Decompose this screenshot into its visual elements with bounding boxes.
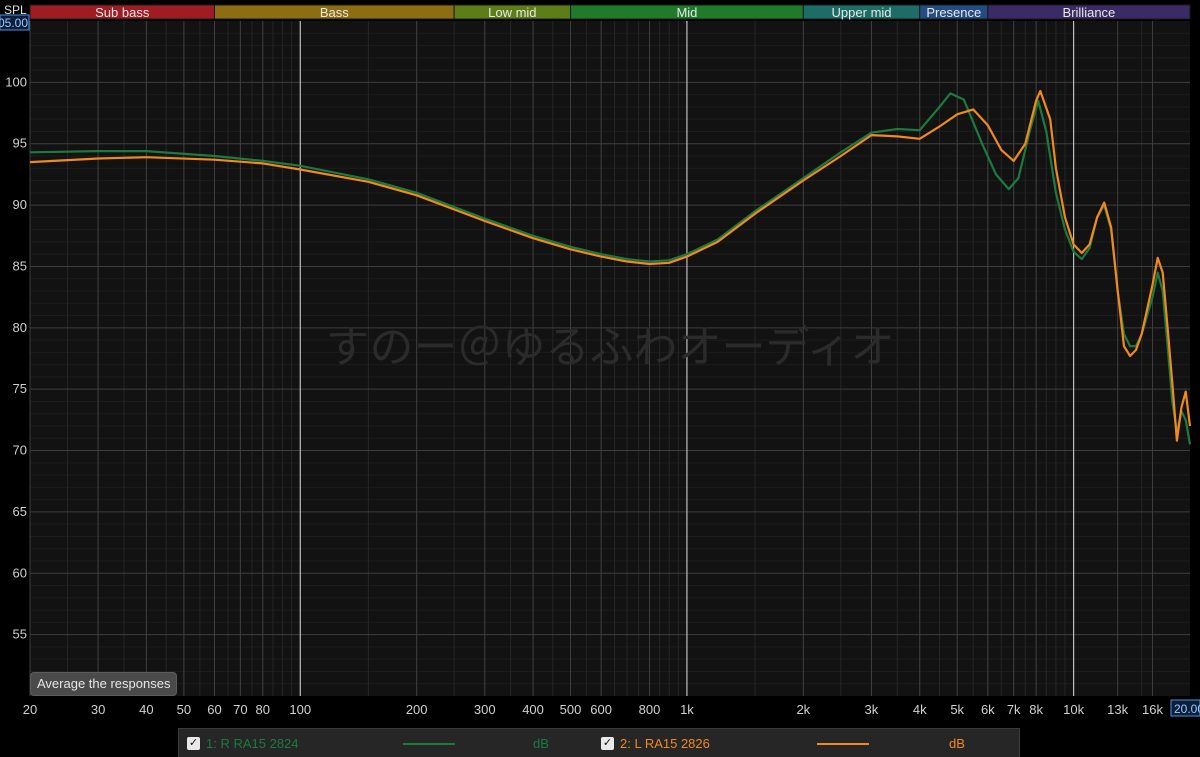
- y-tick-label: 85: [13, 258, 27, 273]
- legend-item-1: ✓ 1: R RA15 2824: [187, 729, 299, 757]
- legend-item-2: ✓ 2: L RA15 2826: [601, 729, 710, 757]
- x-tick-label: 5k: [950, 702, 964, 717]
- y-tick-label: 75: [13, 381, 27, 396]
- x-tick-label: 800: [639, 702, 661, 717]
- x-tick-label: 3k: [865, 702, 879, 717]
- y-tick-label: 65: [13, 504, 27, 519]
- series-1-swatch: [403, 743, 455, 745]
- x-tick-label: 200: [406, 702, 428, 717]
- y-top-value: 105.00: [0, 16, 28, 30]
- x-tick-label: 300: [474, 702, 496, 717]
- series-2-swatch: [817, 743, 869, 745]
- y-tick-label: 55: [13, 627, 27, 642]
- x-tick-label: 600: [590, 702, 612, 717]
- band-label: Mid: [676, 5, 697, 20]
- y-tick-label: 100: [5, 74, 27, 89]
- x-tick-label: 30: [91, 702, 105, 717]
- band-label: Sub bass: [95, 5, 150, 20]
- x-tick-label: 4k: [913, 702, 927, 717]
- x-tick-label: 70: [233, 702, 247, 717]
- x-tick-labels: 20 30 40 50 60 70 80 100 200 300 400 500 600 800 1k 2k 3…: [23, 702, 1164, 717]
- legend-bar: ✓ 1: R RA15 2824 dB ✓ 2: L RA15 2826 dB: [178, 728, 1020, 757]
- x-tick-label: 80: [256, 702, 270, 717]
- x-tick-label: 60: [207, 702, 221, 717]
- x-tick-label: 500: [560, 702, 582, 717]
- x-tick-label: 20: [23, 702, 37, 717]
- x-tick-label: 2k: [796, 702, 810, 717]
- series-2-label: 2: L RA15 2826: [620, 735, 710, 751]
- band-label: Presence: [926, 5, 981, 20]
- series-2-checkbox[interactable]: ✓: [601, 736, 614, 750]
- x-tick-label: 13k: [1107, 702, 1128, 717]
- frequency-bands: Sub bass Bass Low mid Mid Upper mid Presence B…: [29, 4, 1191, 20]
- x-tick-label: 6k: [981, 702, 995, 717]
- watermark: すのー＠ゆるふわオーディオ: [326, 323, 895, 372]
- x-tick-label: 400: [522, 702, 544, 717]
- series-1-label: 1: R RA15 2824: [206, 735, 299, 751]
- x-tick-label: 1k: [680, 702, 694, 717]
- series-2-unit: dB: [949, 736, 965, 751]
- band-label: Upper mid: [832, 5, 892, 20]
- average-responses-button[interactable]: Average the responses: [30, 672, 178, 696]
- frequency-response-chart: 55606570758085909510020 30 40 50 60 70 80 100 20…: [0, 3, 1200, 717]
- y-tick-label: 70: [13, 443, 27, 458]
- series-1-unit: dB: [533, 736, 549, 751]
- series-1-checkbox[interactable]: ✓: [187, 736, 200, 750]
- band-label: Brilliance: [1063, 5, 1116, 20]
- x-tick-label: 16k: [1142, 702, 1163, 717]
- x-tick-label: 40: [139, 702, 153, 717]
- y-tick-label: 60: [13, 565, 27, 580]
- x-tick-label: 50: [177, 702, 191, 717]
- y-tick-label: 90: [13, 197, 27, 212]
- x-tick-label: 10k: [1063, 702, 1084, 717]
- band-label: Low mid: [488, 5, 536, 20]
- x-tick-label: 7k: [1007, 702, 1021, 717]
- band-label: Bass: [320, 5, 349, 20]
- x-tick-label: 8k: [1029, 702, 1043, 717]
- y-tick-labels: 55 60 65 70 75 80 85 90 95 100: [5, 74, 27, 641]
- y-tick-label: 80: [13, 320, 27, 335]
- x-tick-label: 100: [289, 702, 311, 717]
- y-tick-label: 95: [13, 136, 27, 151]
- x-end-value: 20.00: [1174, 702, 1200, 716]
